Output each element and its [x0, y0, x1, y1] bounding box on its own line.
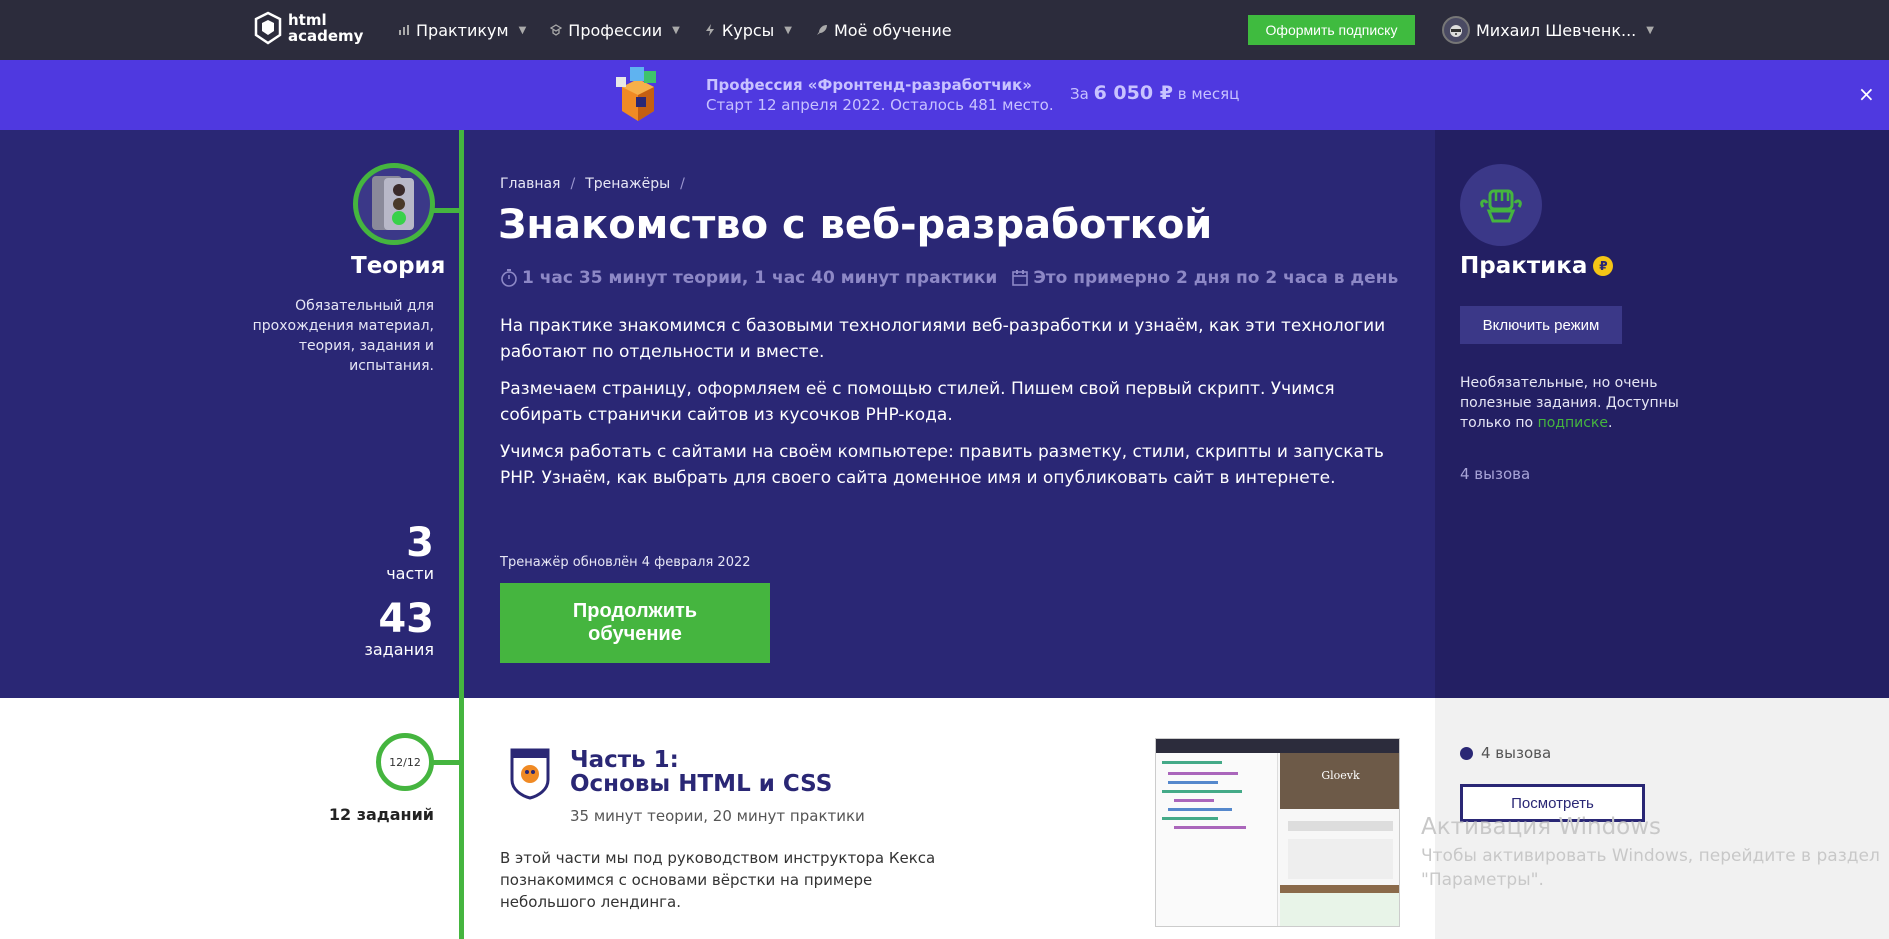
- calendar-icon: [1012, 270, 1029, 286]
- parts-count: 3: [406, 520, 434, 566]
- promo-price: За 6 050 ₽ в месяц: [1070, 82, 1239, 104]
- updated-date: Тренажёр обновлён 4 февраля 2022: [500, 555, 751, 570]
- traffic-light-icon: [372, 176, 414, 230]
- top-nav: html academy Практикум ▼ Профессии ▼ Кур…: [0, 0, 1889, 60]
- chevron-down-icon: ▼: [672, 24, 680, 36]
- continue-line2: обучение: [588, 623, 682, 645]
- part-description: В этой части мы под руководством инструк…: [500, 849, 936, 911]
- watermark-text-2: "Параметры".: [1421, 870, 1544, 890]
- tasks-count: 43: [378, 596, 434, 642]
- parts-label: части: [386, 564, 434, 583]
- enable-mode-button[interactable]: Включить режим: [1460, 306, 1622, 344]
- part-title[interactable]: Часть 1: Основы HTML и CSS: [570, 748, 832, 796]
- part-meta: 35 минут теории, 20 минут практики: [570, 807, 865, 825]
- practice-desc-end: .: [1607, 415, 1613, 431]
- shield-icon: [510, 748, 550, 800]
- course-description-3: Учимся работать с сайтами на своём компь…: [500, 442, 1384, 488]
- badge-connector: [432, 760, 462, 765]
- logo-line1: html: [288, 11, 327, 29]
- meta-time: 1 час 35 минут теории, 1 час 40 минут пр…: [522, 268, 998, 288]
- part-title-line2: Основы HTML и CSS: [570, 771, 833, 797]
- promo-banner[interactable]: Профессия «Фронтенд-разработчик» Старт 1…: [0, 60, 1889, 130]
- challenges-count: 4 вызова: [1460, 465, 1531, 483]
- theory-title: Теория: [351, 253, 446, 279]
- preview-block: [1280, 893, 1399, 926]
- subscribe-button[interactable]: Оформить подписку: [1248, 15, 1415, 45]
- rocket-icon: [817, 25, 827, 35]
- nav-item-my-learning[interactable]: Моё обучение: [816, 21, 952, 40]
- promo-title: Профессия «Фронтенд-разработчик»: [706, 76, 1032, 94]
- chevron-down-icon: ▼: [518, 24, 527, 36]
- continue-learning-button[interactable]: Продолжить обучение: [500, 583, 770, 663]
- chevron-down-icon: ▼: [784, 24, 792, 36]
- part-progress-badge: 12/12: [376, 733, 434, 791]
- page-title: Знакомство с веб-разработкой: [498, 202, 1213, 248]
- part-challenges: 4 вызова: [1460, 744, 1551, 762]
- meta-days: Это примерно 2 дня по 2 часа в день: [1033, 268, 1399, 288]
- preview-block: [1288, 839, 1393, 879]
- nav-item-label: Профессии: [568, 20, 663, 40]
- logo-icon: [254, 11, 282, 45]
- preview-toolbar: [1156, 739, 1399, 753]
- preview-site-header: Gloevk: [1280, 753, 1399, 809]
- nav-item-praktikum[interactable]: Практикум ▼: [398, 21, 526, 40]
- ruble-icon: ₽: [1593, 256, 1614, 276]
- user-name: Михаил Шевченк...: [1476, 20, 1637, 40]
- windows-activation-watermark: Активация Windows Чтобы активировать Win…: [1421, 814, 1880, 892]
- breadcrumb-separator: /: [570, 176, 576, 192]
- watermark-title: Активация Windows: [1421, 814, 1662, 840]
- tasks-label: задания: [364, 640, 434, 659]
- user-menu[interactable]: Михаил Шевченк... ▼: [1442, 16, 1654, 44]
- practice-title-text: Практика: [1460, 253, 1588, 279]
- breadcrumb-separator: /: [680, 176, 685, 192]
- preview-code-panel: [1156, 753, 1278, 926]
- nav-item-courses[interactable]: Курсы ▼: [704, 21, 792, 40]
- practice-description: Необязательные, но очень полезные задани…: [1460, 373, 1680, 433]
- price-suffix: в месяц: [1177, 85, 1240, 103]
- course-description-1: На практике знакомимся с базовыми технол…: [500, 316, 1386, 362]
- practice-title: Практика ₽: [1460, 253, 1614, 279]
- timer-icon: [501, 269, 517, 287]
- timeline-line: [459, 698, 464, 939]
- main-menu: Практикум ▼ Профессии ▼ Курсы ▼ Моё обуч…: [398, 0, 952, 60]
- raccoon-icon: [1450, 25, 1462, 37]
- fist-icon: [1480, 189, 1522, 223]
- breadcrumb-home[interactable]: Главная: [500, 176, 560, 192]
- nav-item-professions[interactable]: Профессии ▼: [550, 21, 680, 40]
- logo[interactable]: html academy: [254, 11, 363, 45]
- cubes-illustration: [616, 67, 656, 121]
- theory-badge: [353, 163, 435, 245]
- promo-subtitle: Старт 12 апреля 2022. Осталось 481 место…: [706, 96, 1054, 114]
- part-challenges-label: 4 вызова: [1481, 744, 1552, 762]
- practice-badge: [1460, 164, 1542, 246]
- logo-line2: academy: [288, 27, 364, 45]
- nav-item-label: Практикум: [416, 20, 509, 40]
- chart-icon: [399, 25, 409, 35]
- preview-block: [1280, 885, 1399, 893]
- part-title-line1: Часть 1:: [570, 747, 679, 773]
- part-tasks-count: 12 заданий: [328, 805, 434, 824]
- breadcrumb-trainers[interactable]: Тренажёры: [585, 176, 670, 192]
- subscription-link[interactable]: подписке: [1538, 415, 1608, 431]
- close-icon[interactable]: ×: [1858, 82, 1875, 106]
- course-description-2: Размечаем страницу, оформляем её с помощ…: [500, 379, 1335, 425]
- price-value: 6 050 ₽: [1093, 82, 1173, 104]
- nav-item-label: Курсы: [721, 20, 775, 40]
- preview-block: [1288, 821, 1393, 831]
- watermark-text: Чтобы активировать Windows, перейдите в …: [1421, 846, 1880, 866]
- part-preview-image: Gloevk: [1155, 738, 1400, 927]
- challenge-dot-icon: [1460, 746, 1473, 760]
- avatar: [1442, 16, 1470, 44]
- bolt-icon: [705, 24, 714, 36]
- theory-description: Обязательный для прохождения материал, т…: [252, 298, 434, 374]
- badge-connector: [433, 208, 461, 213]
- cap-icon: [550, 24, 563, 36]
- course-meta: 1 час 35 минут теории, 1 час 40 минут пр…: [500, 268, 1398, 288]
- chevron-down-icon: ▼: [1646, 24, 1654, 36]
- continue-line1: Продолжить: [572, 600, 698, 622]
- price-prefix: За: [1070, 85, 1089, 103]
- breadcrumb: Главная / Тренажёры /: [500, 176, 685, 192]
- nav-item-label: Моё обучение: [834, 20, 952, 40]
